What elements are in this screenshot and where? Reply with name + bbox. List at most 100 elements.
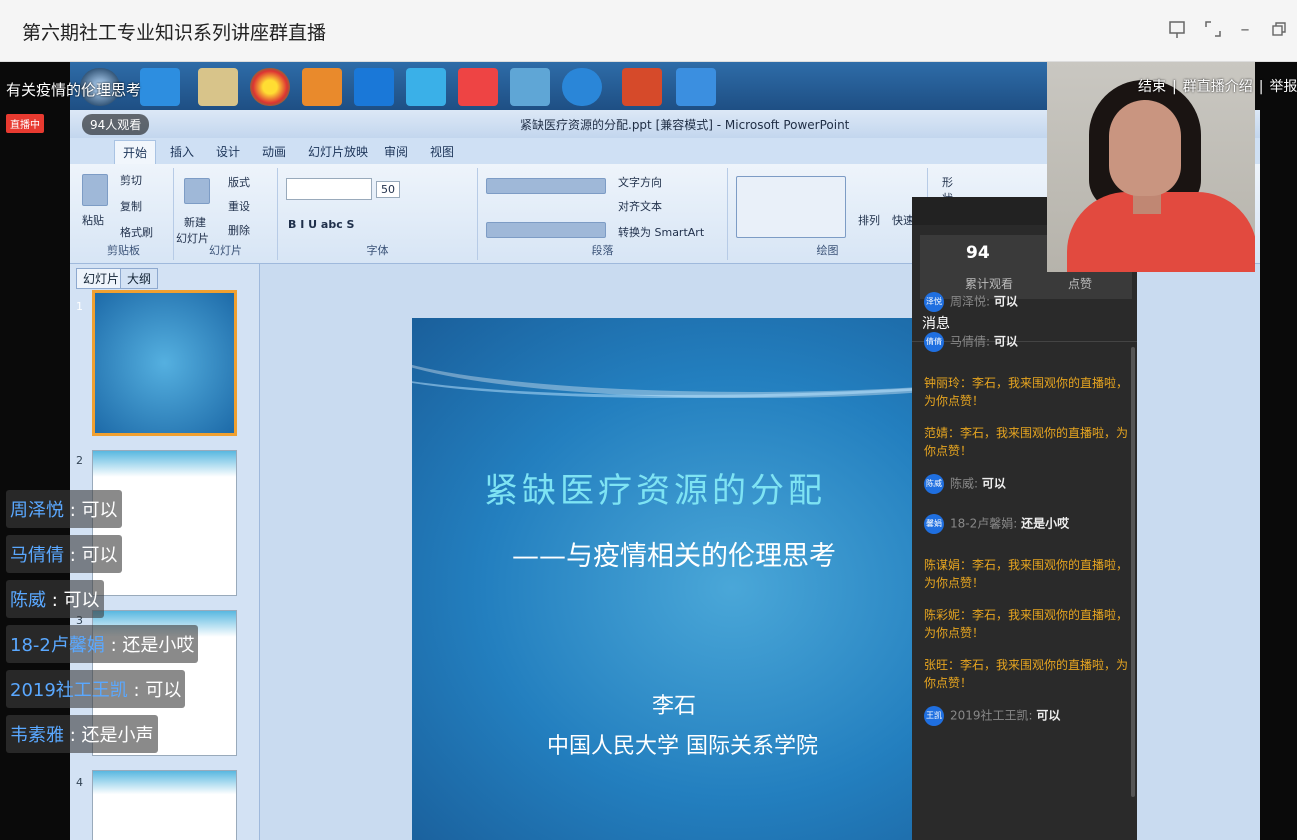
view-count: 94 [966, 243, 990, 263]
report-link[interactable]: 举报 [1269, 79, 1297, 95]
message-username: 18-2卢馨娟: [950, 516, 1018, 531]
end-live-link[interactable]: 结束 [1138, 79, 1166, 95]
danmaku-separator: : [104, 635, 123, 656]
delete-button[interactable]: 删除 [228, 222, 250, 238]
webcam-person-body [1067, 192, 1255, 272]
slide-thumbnail-4[interactable] [92, 770, 237, 840]
cut-button[interactable]: 剪切 [120, 172, 142, 188]
group-clipboard: 粘贴 剪切 复制 格式刷 剪贴板 [74, 168, 174, 260]
user-avatar[interactable]: 馨娟 [924, 514, 944, 534]
font-size-select[interactable]: 50 [376, 181, 400, 198]
layout-button[interactable]: 版式 [228, 174, 250, 190]
tab-animation[interactable]: 动画 [262, 143, 286, 160]
live-intro-link[interactable]: 群直播介绍 [1183, 79, 1253, 95]
tab-review[interactable]: 审阅 [384, 143, 408, 160]
message-username: 周泽悦: [950, 294, 991, 309]
message-scrollbar[interactable] [1131, 347, 1135, 797]
chrome-icon [250, 68, 290, 106]
smartart-button[interactable]: 转换为 SmartArt [618, 224, 704, 240]
chat-message: 张旺：李石，我来围观你的直播啦，为你点赞！ [924, 656, 1129, 692]
chat-message: 馨娟 18-2卢馨娟: 还是小哎 [924, 514, 1129, 534]
pin-icon[interactable] [1162, 14, 1192, 44]
group-label-paragraph: 段落 [591, 244, 614, 257]
danmaku-separator: : [64, 545, 82, 566]
system-message-text: 张旺：李石，我来围观你的直播啦，为你点赞！ [924, 658, 1129, 690]
chat-message: 陈彩妮：李石，我来围观你的直播啦，为你点赞！ [924, 606, 1129, 642]
tab-outline[interactable]: 大纲 [120, 268, 159, 289]
thumb-number: 1 [76, 300, 83, 313]
danmaku-user: 陈威 [10, 590, 46, 611]
live-stream-area: 紧缺医疗资源的分配.ppt [兼容模式] - Microsoft PowerPo… [0, 62, 1297, 840]
danmaku-text: 可以 [63, 590, 100, 611]
system-message-text: 范婧：李石，我来围观你的直播啦，为你点赞！ [924, 426, 1129, 458]
danmaku-separator: : [127, 680, 146, 701]
new-slide-icon[interactable] [184, 178, 210, 204]
fullscreen-icon[interactable] [1198, 14, 1228, 44]
slide-title: 紧缺医疗资源的分配 [484, 471, 826, 511]
thumb-number: 4 [76, 776, 83, 789]
group-slides: 新建 幻灯片 版式 重设 删除 幻灯片 [174, 168, 278, 260]
danmaku-user: 周泽悦 [10, 500, 64, 521]
tab-design[interactable]: 设计 [216, 143, 240, 160]
format-painter-button[interactable]: 格式刷 [120, 224, 153, 240]
arrange-button[interactable]: 排列 [858, 212, 880, 228]
chat-message: 钟丽玲：李石，我来围观你的直播啦，为你点赞！ [924, 374, 1129, 410]
like-label[interactable]: 点赞 [1068, 275, 1092, 292]
reset-button[interactable]: 重设 [228, 198, 250, 214]
system-message-text: 钟丽玲：李石，我来围观你的直播啦，为你点赞！ [924, 376, 1129, 408]
chat-message: 范婧：李石，我来围观你的直播啦，为你点赞！ [924, 424, 1129, 460]
copy-button[interactable]: 复制 [120, 198, 142, 214]
viewer-count-badge: 94人观看 [82, 114, 150, 135]
minimize-icon[interactable]: – [1230, 14, 1260, 44]
tab-view[interactable]: 视图 [430, 143, 454, 160]
tab-home[interactable]: 开始 [114, 140, 157, 164]
danmaku-item: 韦素雅 : 还是小声 [6, 715, 158, 753]
tab-insert[interactable]: 插入 [170, 143, 194, 160]
paste-icon[interactable] [82, 174, 108, 206]
danmaku-item: 2019社工王凯 : 可以 [6, 670, 186, 708]
media-icon [302, 68, 342, 106]
user-avatar[interactable]: 泽悦 [924, 292, 944, 312]
webcam-person-face [1109, 100, 1181, 196]
restore-icon[interactable] [1264, 14, 1294, 44]
app-icon [406, 68, 446, 106]
group-label-font: 字体 [366, 244, 389, 257]
live-actions: 结束 | 群直播介绍 | 举报 [1138, 76, 1297, 96]
danmaku-user: 马倩倩 [10, 545, 64, 566]
danmaku-item: 周泽悦 : 可以 [6, 490, 122, 528]
user-avatar[interactable]: 陈威 [924, 474, 944, 494]
app2-icon [510, 68, 550, 106]
danmaku-separator: : [46, 590, 64, 611]
thumb-number: 2 [76, 454, 83, 467]
slide-thumbnail-1[interactable] [92, 290, 237, 436]
user-avatar[interactable]: 王凯 [924, 706, 944, 726]
message-text: 可以 [981, 476, 1006, 491]
system-message-text: 陈谋娟：李石，我来围观你的直播啦，为你点赞！ [924, 558, 1129, 590]
shapes-gallery[interactable] [736, 176, 846, 238]
slide-author: 李石 [652, 694, 697, 719]
sogou-icon [354, 68, 394, 106]
align-text-button[interactable]: 对齐文本 [618, 198, 662, 214]
danmaku-text: 可以 [81, 545, 118, 566]
message-text: 还是小哎 [1021, 516, 1070, 531]
align-icons[interactable] [486, 222, 606, 238]
danmaku-item: 18-2卢馨娟 : 还是小哎 [6, 625, 199, 663]
bold-button[interactable]: B I U abc S [288, 218, 354, 231]
user-avatar[interactable]: 倩倩 [924, 332, 944, 352]
system-message-text: 陈彩妮：李石，我来围观你的直播啦，为你点赞！ [924, 608, 1129, 640]
message-text: 可以 [993, 294, 1018, 309]
danmaku-text: 可以 [145, 680, 182, 701]
list-icons[interactable] [486, 178, 606, 194]
live-title: 有关疫情的伦理思考 [6, 81, 142, 99]
chat-message: 陈谋娟：李石，我来围观你的直播啦，为你点赞！ [924, 556, 1129, 592]
text-direction-button[interactable]: 文字方向 [618, 174, 662, 190]
pdf-icon [458, 68, 498, 106]
message-username: 马倩倩: [950, 334, 991, 349]
danmaku-user: 韦素雅 [10, 725, 64, 746]
tab-slideshow[interactable]: 幻灯片放映 [308, 143, 368, 160]
explorer-icon [198, 68, 238, 106]
tab-slides[interactable]: 幻灯片 [76, 268, 127, 289]
font-name-select[interactable] [286, 178, 372, 200]
quick-styles-button[interactable]: 快速 [892, 212, 914, 228]
group-font: 50 B I U abc S 字体 [278, 168, 478, 260]
